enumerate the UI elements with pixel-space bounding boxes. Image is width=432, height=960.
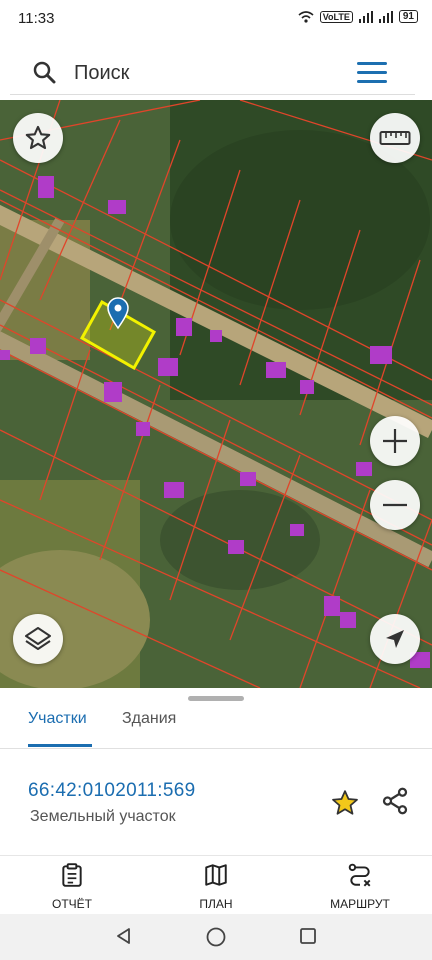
zoom-in-button[interactable] [370, 416, 420, 466]
battery-indicator: 91 [398, 10, 418, 23]
cadastral-number[interactable]: 66:42:0102011:569 [28, 780, 195, 802]
share-button[interactable] [380, 786, 410, 821]
tab-parcels[interactable]: Участки [28, 710, 87, 728]
clipboard-icon [62, 863, 82, 887]
route-icon [348, 863, 371, 887]
plan-button[interactable]: ПЛАН [171, 862, 261, 911]
search-placeholder: Поиск [74, 62, 130, 84]
search-bar: Поиск [0, 38, 432, 100]
favorite-button[interactable] [330, 788, 360, 823]
map-view[interactable] [0, 100, 432, 688]
status-bar: 11:33 VoLTE 91 [0, 0, 432, 38]
star-icon [25, 125, 51, 150]
zoom-out-button[interactable] [370, 480, 420, 530]
signal-icon-2 [378, 10, 393, 23]
tab-active-indicator [28, 744, 92, 747]
navigation-icon [386, 630, 404, 648]
zoom-out-icon [383, 503, 407, 507]
star-icon [332, 790, 358, 815]
share-icon [382, 787, 408, 815]
search-input[interactable]: Поиск [10, 44, 415, 95]
home-icon[interactable] [205, 926, 227, 948]
bottom-toolbar: ОТЧЁТ ПЛАН МАРШРУТ [0, 856, 432, 914]
my-location-button[interactable] [370, 614, 420, 664]
satellite-map[interactable] [0, 100, 432, 688]
route-button[interactable]: МАРШРУТ [315, 862, 405, 911]
menu-icon[interactable] [357, 62, 387, 89]
search-icon [33, 61, 56, 84]
plan-label: ПЛАН [199, 897, 233, 911]
system-navigation-bar [0, 914, 432, 960]
tab-buildings[interactable]: Здания [122, 710, 176, 728]
report-button[interactable]: ОТЧЁТ [27, 862, 117, 911]
ruler-button[interactable] [370, 113, 420, 163]
status-icons: VoLTE 91 [298, 10, 418, 23]
route-label: МАРШРУТ [330, 897, 390, 911]
signal-icon [358, 10, 373, 23]
drag-handle[interactable] [188, 696, 244, 701]
layers-button[interactable] [13, 614, 63, 664]
favorites-button[interactable] [13, 113, 63, 163]
layers-icon [25, 627, 51, 650]
volte-badge: VoLTE [319, 10, 353, 23]
report-label: ОТЧЁТ [51, 897, 92, 911]
zoom-in-icon [383, 429, 407, 453]
wifi-icon [298, 10, 314, 23]
map-icon [205, 864, 227, 886]
ruler-icon [379, 131, 411, 145]
back-icon[interactable] [114, 926, 134, 946]
status-time: 11:33 [18, 10, 55, 27]
tab-bar: Участки Здания [0, 702, 432, 749]
info-panel: Участки Здания 66:42:0102011:569 Земельн… [0, 688, 432, 960]
recents-icon[interactable] [298, 926, 318, 946]
parcel-type: Земельный участок [30, 808, 176, 825]
